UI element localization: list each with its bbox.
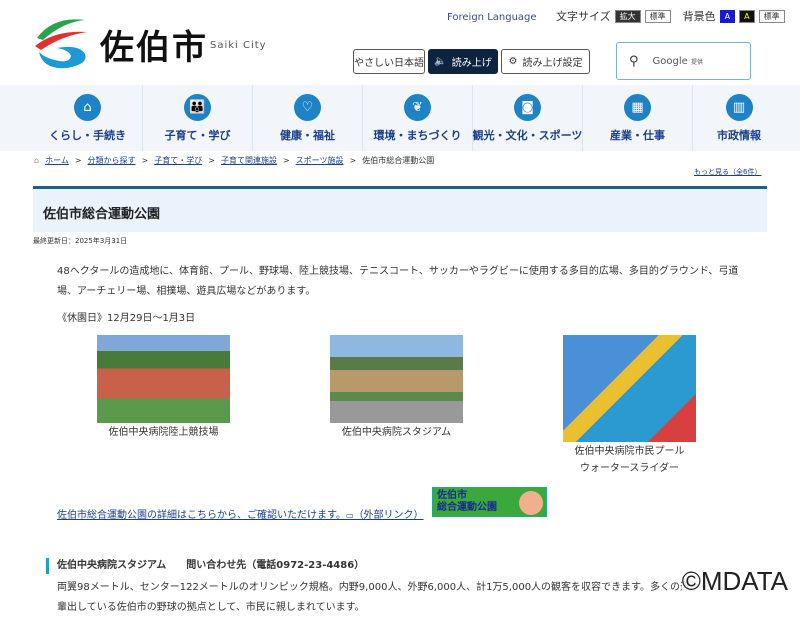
search-placeholder: Google <box>652 55 688 67</box>
stadium-image <box>330 335 463 423</box>
nav-item-label: 健康・福祉 <box>280 129 335 142</box>
search-provided: 提供 <box>690 58 703 66</box>
breadcrumb-item[interactable]: 子育て関連施設 <box>221 155 277 166</box>
breadcrumb-separator: > <box>208 156 215 165</box>
external-park-link[interactable]: 佐伯市総合運動公園の詳細はこちらから、ご確認いただけます。▭（外部リンク） <box>57 506 424 521</box>
section-text: 両翼98メートル、センター122メートルのオリンピック規格。内野9,000人、外… <box>57 578 757 618</box>
photo-pool: 佐伯中央病院市民プール ウォータースライダー <box>563 335 696 477</box>
building-icon: ▥ <box>725 94 753 121</box>
breadcrumb-separator: > <box>141 156 149 165</box>
main-nav: ⌂ くらし・手続き 👪 子育て・学び ♡ 健康・福祉 ❦ 環境・まちづくり ◙ 観光・文化・スポー… <box>0 85 800 151</box>
pool-slider-image <box>563 335 696 442</box>
speaker-icon: 🔈 <box>434 56 447 67</box>
page-title: 佐伯市総合運動公園 <box>33 186 767 232</box>
watermark: ©MDATA <box>681 566 788 597</box>
search-input[interactable]: ⚲ Google 提供 <box>616 42 751 80</box>
nav-item[interactable]: ◙ 観光・文化・スポーツ <box>473 85 583 151</box>
nav-item[interactable]: ♡ 健康・福祉 <box>253 85 363 151</box>
intro-paragraph: 48ヘクタールの造成地に、体育館、プール、野球場、陸上競技場、テニスコート、サッ… <box>57 266 739 297</box>
nav-item-label: 環境・まちづくり <box>373 129 462 142</box>
bg-color-label: 背景色 <box>682 10 716 23</box>
read-aloud-settings-label: 読み上げ設定 <box>522 58 583 69</box>
nav-item-label: くらし・手続き <box>49 129 126 142</box>
external-link-text: 佐伯市総合運動公園の詳細はこちらから、ご確認いただけます。 <box>57 510 346 521</box>
text-standard-button[interactable]: 標準 <box>644 9 671 23</box>
factory-icon: ▦ <box>624 94 651 121</box>
breadcrumb-item[interactable]: 分類から探す <box>88 155 136 166</box>
home-icon: ⌂ <box>34 156 40 165</box>
bg-standard-button[interactable]: 標準 <box>758 9 785 23</box>
nav-item[interactable]: ⌂ くらし・手続き <box>33 85 143 151</box>
breadcrumb-separator: > <box>74 156 82 165</box>
section-heading: 佐伯中央病院スタジアム 問い合わせ先（電話0972-23-4486） <box>46 558 364 574</box>
photo-caption: 佐伯中央病院市民プール <box>574 446 685 457</box>
more-link[interactable]: もっと見る（全6件） <box>694 167 761 177</box>
athletics-field-image <box>97 335 230 423</box>
logo-subtitle: Saiki City <box>210 40 267 51</box>
easy-japanese-label: やさしい日本語 <box>354 58 424 69</box>
photo-athletics: 佐伯中央病院陸上競技場 <box>97 335 230 441</box>
text-size-controls: 文字サイズ 拡大 標準 背景色 A A 標準 <box>556 8 785 24</box>
photo-stadium: 佐伯中央病院スタジアム <box>330 335 463 441</box>
leaf-icon: ❦ <box>404 94 431 121</box>
mascot-icon <box>519 491 543 515</box>
section-text-line1: 両翼98メートル、センター122メートルのオリンピック規格。内野9,000人、外… <box>57 582 711 593</box>
nav-item-label: 子育て・学び <box>164 129 231 142</box>
nav-item-label: 市政情報 <box>717 129 761 142</box>
nav-item[interactable]: ❦ 環境・まちづくり <box>363 85 473 151</box>
nav-item[interactable]: 👪 子育て・学び <box>143 85 253 151</box>
external-link-suffix: （外部リンク） <box>353 510 424 521</box>
photo-caption: 佐伯中央病院陸上競技場 <box>108 427 219 438</box>
search-icon: ⚲ <box>629 53 639 69</box>
logo-text: 佐伯市 <box>100 28 208 68</box>
external-link-icon: ▭ <box>346 511 354 520</box>
bg-black-button[interactable]: A <box>739 9 755 23</box>
read-aloud-settings-button[interactable]: ⚙ 読み上げ設定 <box>501 49 590 74</box>
city-logo[interactable] <box>33 16 91 70</box>
foreign-language-link[interactable]: Foreign Language <box>447 12 537 23</box>
breadcrumb-item[interactable]: ホーム <box>45 155 69 166</box>
camera-icon: ◙ <box>514 94 541 121</box>
photo-caption: 佐伯中央病院スタジアム <box>341 427 452 438</box>
nav-item-label: 観光・文化・スポーツ <box>472 129 583 142</box>
gear-icon: ⚙ <box>508 56 518 67</box>
breadcrumb-item[interactable]: 子育て・学び <box>154 155 202 166</box>
nav-item[interactable]: ▥ 市政情報 <box>693 85 785 151</box>
breadcrumb-item: 佐伯市総合運動公園 <box>362 156 435 165</box>
photo-caption-2: ウォータースライダー <box>579 463 680 474</box>
park-banner-link[interactable]: 佐伯市 総合運動公園 <box>432 487 547 517</box>
breadcrumb-item[interactable]: スポーツ施設 <box>296 155 344 166</box>
nav-item[interactable]: ▦ 産業・仕事 <box>583 85 693 151</box>
heart-hand-icon: ♡ <box>294 94 321 121</box>
breadcrumb: ⌂ ホーム > 分類から探す > 子育て・学び > 子育て関連施設 > スポーツ施設 > 佐伯市総合… <box>34 155 434 166</box>
text-enlarge-button[interactable]: 拡大 <box>614 9 641 23</box>
text-size-label: 文字サイズ <box>556 10 611 23</box>
nav-item-label: 産業・仕事 <box>610 129 665 142</box>
section-text-line2: 輩出している佐伯市の野球の拠点として、市民に親しまれています。 <box>57 602 365 613</box>
closed-days: 《休園日》12月29日～1月3日 <box>57 313 196 324</box>
house-icon: ⌂ <box>74 94 101 121</box>
family-icon: 👪 <box>184 94 211 121</box>
breadcrumb-separator: > <box>349 156 357 165</box>
last-updated: 最終更新日：2025年3月31日 <box>33 237 128 245</box>
logo-mark-icon <box>35 19 87 69</box>
easy-japanese-button[interactable]: やさしい日本語 <box>353 49 425 74</box>
intro-text: 48ヘクタールの造成地に、体育館、プール、野球場、陸上競技場、テニスコート、サッ… <box>57 262 747 329</box>
breadcrumb-separator: > <box>282 156 290 165</box>
bg-blue-button[interactable]: A <box>719 9 736 23</box>
read-aloud-button[interactable]: 🔈 読み上げ <box>428 49 498 74</box>
read-aloud-label: 読み上げ <box>451 58 492 69</box>
